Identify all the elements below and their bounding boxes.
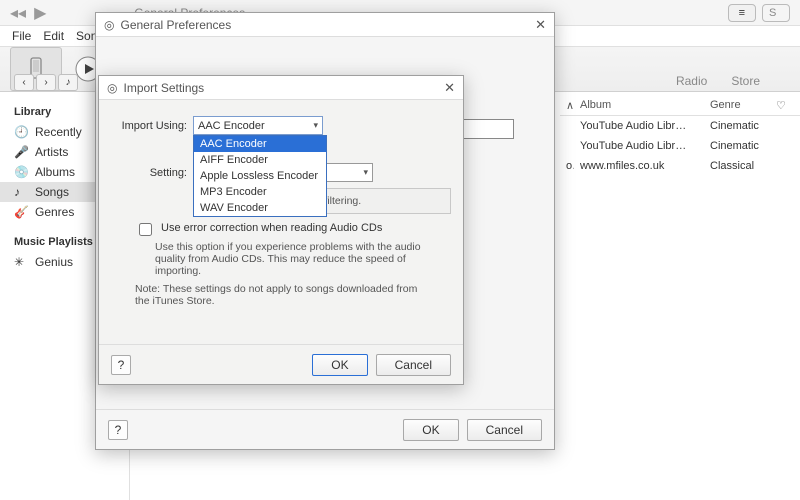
ok-button[interactable]: OK [312, 354, 367, 376]
col-heart-icon[interactable]: ♡ [770, 96, 786, 115]
import-settings-dialog: ◎ Import Settings ✕ Import Using: AAC En… [98, 75, 464, 385]
import-using-label: Import Using: [115, 120, 187, 132]
import-using-value: AAC Encoder [198, 120, 265, 132]
help-button[interactable]: ? [108, 420, 128, 440]
search-input[interactable]: S [762, 4, 790, 22]
ok-button[interactable]: OK [403, 419, 458, 441]
menu-edit[interactable]: Edit [43, 29, 64, 43]
col-genre[interactable]: Genre [704, 96, 770, 115]
forward-button[interactable]: › [36, 74, 56, 91]
cancel-button[interactable]: Cancel [467, 419, 542, 441]
music-mini-icon[interactable]: ♪ [58, 74, 78, 91]
chevron-down-icon: ▾ [363, 167, 368, 178]
back-button[interactable]: ‹ [14, 74, 34, 91]
play-icon[interactable]: ▶ [34, 3, 46, 23]
encoder-option[interactable]: Apple Lossless Encoder [194, 168, 326, 184]
import-settings-title: Import Settings [123, 81, 204, 95]
encoder-option[interactable]: AAC Encoder [194, 136, 326, 152]
track-table: ∧ Album Genre ♡ YouTube Audio Libr…Cinem… [560, 96, 800, 176]
close-icon[interactable]: ✕ [535, 17, 546, 33]
nav-tabs: Radio Store [676, 74, 760, 88]
clock-icon: 🕘 [14, 125, 28, 139]
table-row[interactable]: YouTube Audio Libr…Cinematic [560, 116, 800, 136]
itunes-store-note: Note: These settings do not apply to son… [135, 283, 425, 307]
cancel-button[interactable]: Cancel [376, 354, 451, 376]
general-preferences-title: General Preferences [120, 18, 231, 32]
encoder-dropdown: AAC Encoder AIFF Encoder Apple Lossless … [193, 135, 327, 217]
import-using-combo[interactable]: AAC Encoder ▾ AAC Encoder AIFF Encoder A… [193, 116, 323, 135]
error-correction-subtext: Use this option if you experience proble… [155, 241, 425, 277]
window-icon: ◎ [104, 18, 114, 32]
encoder-option[interactable]: AIFF Encoder [194, 152, 326, 168]
list-view-button[interactable]: ≡ [728, 4, 756, 22]
close-icon[interactable]: ✕ [444, 80, 455, 96]
table-row[interactable]: YouTube Audio Libr…Cinematic [560, 136, 800, 156]
mic-icon: 🎤 [14, 145, 28, 159]
tab-radio[interactable]: Radio [676, 74, 707, 88]
col-album[interactable]: Album [574, 96, 704, 115]
error-correction-checkbox[interactable] [139, 223, 152, 236]
encoder-option[interactable]: WAV Encoder [194, 200, 326, 216]
setting-label: Setting: [115, 167, 187, 179]
disc-icon: 💿 [14, 165, 28, 179]
chevron-down-icon: ▾ [313, 120, 318, 131]
genius-icon: ✳ [14, 255, 28, 269]
table-row[interactable]: ov…www.mfiles.co.ukClassical [560, 156, 800, 176]
menu-file[interactable]: File [12, 29, 31, 43]
prev-track-icon[interactable]: ◂◂ [10, 3, 26, 23]
tab-store[interactable]: Store [731, 74, 760, 88]
note-icon: ♪ [14, 185, 28, 199]
guitar-icon: 🎸 [14, 205, 28, 219]
col-sort-icon[interactable]: ∧ [560, 96, 574, 115]
help-button[interactable]: ? [111, 355, 131, 375]
encoder-option[interactable]: MP3 Encoder [194, 184, 326, 200]
window-icon: ◎ [107, 81, 117, 95]
error-correction-label: Use error correction when reading Audio … [161, 222, 382, 234]
